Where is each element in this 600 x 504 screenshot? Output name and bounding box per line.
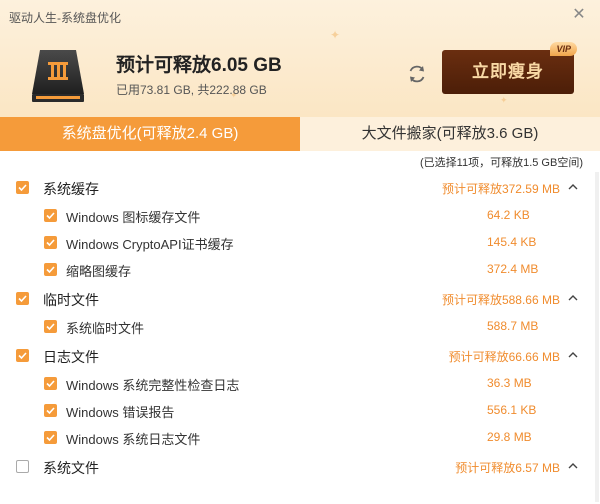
group-row[interactable]: 系统缓存 预计可释放372.59 MB: [0, 172, 600, 202]
vip-badge: VIP: [550, 42, 577, 56]
group-row[interactable]: 系统文件 预计可释放6.57 MB: [0, 451, 600, 481]
list-item[interactable]: Windows CryptoAPI证书缓存 145.4 KB: [0, 229, 600, 256]
chevron-up-icon[interactable]: [566, 459, 580, 473]
item-checkbox[interactable]: [44, 263, 57, 276]
group-size: 预计可释放66.66 MB: [448, 350, 560, 364]
sparkle-decoration: ✦: [330, 28, 341, 42]
disk-usage-text: 已用73.81 GB, 共222.88 GB: [116, 83, 267, 97]
list-item[interactable]: Windows 图标缓存文件 64.2 KB: [0, 202, 600, 229]
item-size: 372.4 MB: [487, 262, 539, 276]
group-label: 日志文件: [43, 349, 99, 365]
item-size: 36.3 MB: [487, 376, 532, 390]
selection-summary: (已选择11项，可释放1.5 GB空间): [420, 157, 583, 169]
item-size: 145.4 KB: [487, 235, 537, 249]
item-size: 588.7 MB: [487, 319, 539, 333]
sparkle-decoration: ✦: [500, 95, 508, 105]
group-checkbox[interactable]: [16, 460, 29, 473]
item-checkbox[interactable]: [44, 404, 57, 417]
item-label: Windows 错误报告: [66, 405, 175, 420]
item-size: 29.8 MB: [487, 430, 532, 444]
item-checkbox[interactable]: [44, 209, 57, 222]
item-label: Windows 图标缓存文件: [66, 210, 201, 225]
list-item[interactable]: Windows 错误报告 556.1 KB: [0, 397, 600, 424]
group-size: 预计可释放588.66 MB: [441, 293, 560, 307]
cleanup-list: 系统缓存 预计可释放372.59 MB Windows 图标缓存文件 64.2 KB W…: [0, 172, 600, 481]
item-label: Windows 系统完整性检查日志: [66, 378, 240, 393]
item-checkbox[interactable]: [44, 236, 57, 249]
item-checkbox[interactable]: [44, 431, 57, 444]
list-item[interactable]: Windows 系统完整性检查日志 36.3 MB: [0, 370, 600, 397]
chevron-up-icon[interactable]: [566, 291, 580, 305]
group-size: 预计可释放6.57 MB: [455, 461, 560, 475]
tab-bar: 系统盘优化(可释放2.4 GB) 大文件搬家(可释放3.6 GB): [0, 117, 600, 151]
group-checkbox[interactable]: [16, 181, 29, 194]
list-item[interactable]: 系统临时文件 588.7 MB: [0, 313, 600, 340]
group-label: 临时文件: [43, 292, 99, 308]
group-size: 预计可释放372.59 MB: [441, 182, 560, 196]
free-space-headline: 预计可释放6.05 GB: [116, 55, 282, 76]
group-checkbox[interactable]: [16, 292, 29, 305]
refresh-icon[interactable]: [405, 62, 429, 86]
header: ✦ ✦ ✦ 驱动人生-系统盘优化 ✕ 预计可释放6.05 GB 已用73.81 …: [0, 0, 600, 117]
slim-now-button[interactable]: 立即瘦身 VIP: [442, 42, 577, 94]
item-checkbox[interactable]: [44, 377, 57, 390]
item-checkbox[interactable]: [44, 320, 57, 333]
item-size: 556.1 KB: [487, 403, 537, 417]
group-label: 系统文件: [43, 460, 99, 476]
slim-button-label: 立即瘦身: [472, 62, 544, 81]
window-title: 驱动人生-系统盘优化: [9, 11, 121, 25]
group-row[interactable]: 临时文件 预计可释放588.66 MB: [0, 283, 600, 313]
tab-large-file-move[interactable]: 大文件搬家(可释放3.6 GB): [300, 117, 600, 151]
group-checkbox[interactable]: [16, 349, 29, 362]
list-item[interactable]: 缩略图缓存 372.4 MB: [0, 256, 600, 283]
tab-system-disk-optimize[interactable]: 系统盘优化(可释放2.4 GB): [0, 117, 300, 151]
scrollbar[interactable]: [595, 172, 599, 502]
chevron-up-icon[interactable]: [566, 180, 580, 194]
item-label: 系统临时文件: [66, 321, 145, 336]
close-icon[interactable]: ✕: [570, 6, 588, 24]
item-label: Windows CryptoAPI证书缓存: [66, 237, 234, 252]
item-label: Windows 系统日志文件: [66, 432, 201, 447]
list-item[interactable]: Windows 系统日志文件 29.8 MB: [0, 424, 600, 451]
disk-icon: [28, 44, 88, 104]
group-row[interactable]: 日志文件 预计可释放66.66 MB: [0, 340, 600, 370]
item-size: 64.2 KB: [487, 208, 530, 222]
item-label: 缩略图缓存: [66, 264, 132, 279]
chevron-up-icon[interactable]: [566, 348, 580, 362]
group-label: 系统缓存: [43, 181, 99, 197]
